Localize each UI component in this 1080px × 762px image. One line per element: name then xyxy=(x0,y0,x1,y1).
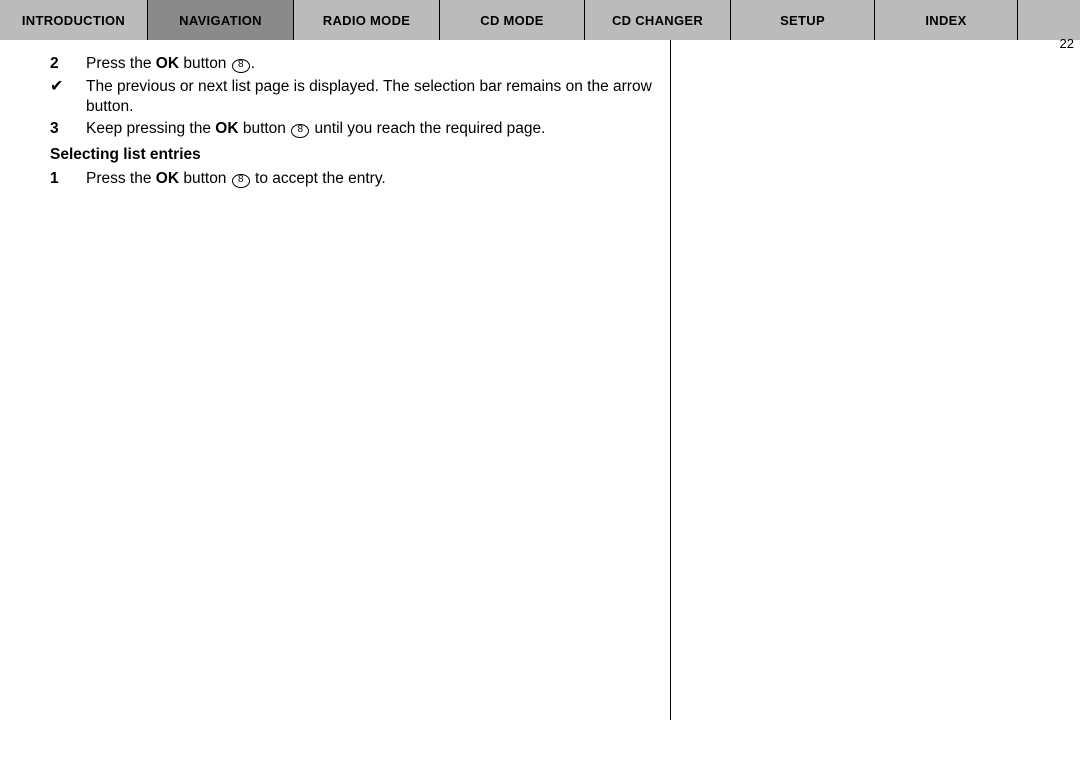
tab-setup[interactable]: Setup xyxy=(731,0,875,40)
tab-cd-changer[interactable]: Cd Changer xyxy=(585,0,731,40)
step-number: 1 xyxy=(50,169,86,189)
subheading: Selecting list entries xyxy=(50,146,664,164)
button-ref-icon: 8 xyxy=(232,59,250,73)
step-row: 1 Press the OK button 8 to accept the en… xyxy=(50,169,664,189)
button-ref-icon: 8 xyxy=(232,174,250,188)
column-divider xyxy=(670,40,671,720)
left-column: 2 Press the OK button 8. ✔ The previous … xyxy=(50,54,664,189)
tab-navigation[interactable]: Navigation xyxy=(148,0,294,40)
tab-bar: Introduction Navigation Radio Mode Cd Mo… xyxy=(0,0,1080,40)
tab-radio-mode[interactable]: Radio Mode xyxy=(294,0,440,40)
step-row: 2 Press the OK button 8. xyxy=(50,54,664,74)
checkmark-icon: ✔ xyxy=(50,77,86,117)
button-ref-icon: 8 xyxy=(291,124,309,138)
step-row: 3 Keep pressing the OK button 8 until yo… xyxy=(50,119,664,139)
step-number: 3 xyxy=(50,119,86,139)
step-text: Press the OK button 8. xyxy=(86,54,664,74)
step-number: 2 xyxy=(50,54,86,74)
tab-index[interactable]: Index xyxy=(875,0,1018,40)
step-text: The previous or next list page is displa… xyxy=(86,77,664,117)
content: 2 Press the OK button 8. ✔ The previous … xyxy=(0,40,1080,762)
step-text: Press the OK button 8 to accept the entr… xyxy=(86,169,664,189)
step-row: ✔ The previous or next list page is disp… xyxy=(50,77,664,117)
step-text: Keep pressing the OK button 8 until you … xyxy=(86,119,664,139)
tab-introduction[interactable]: Introduction xyxy=(0,0,148,40)
tab-cd-mode[interactable]: Cd Mode xyxy=(440,0,585,40)
